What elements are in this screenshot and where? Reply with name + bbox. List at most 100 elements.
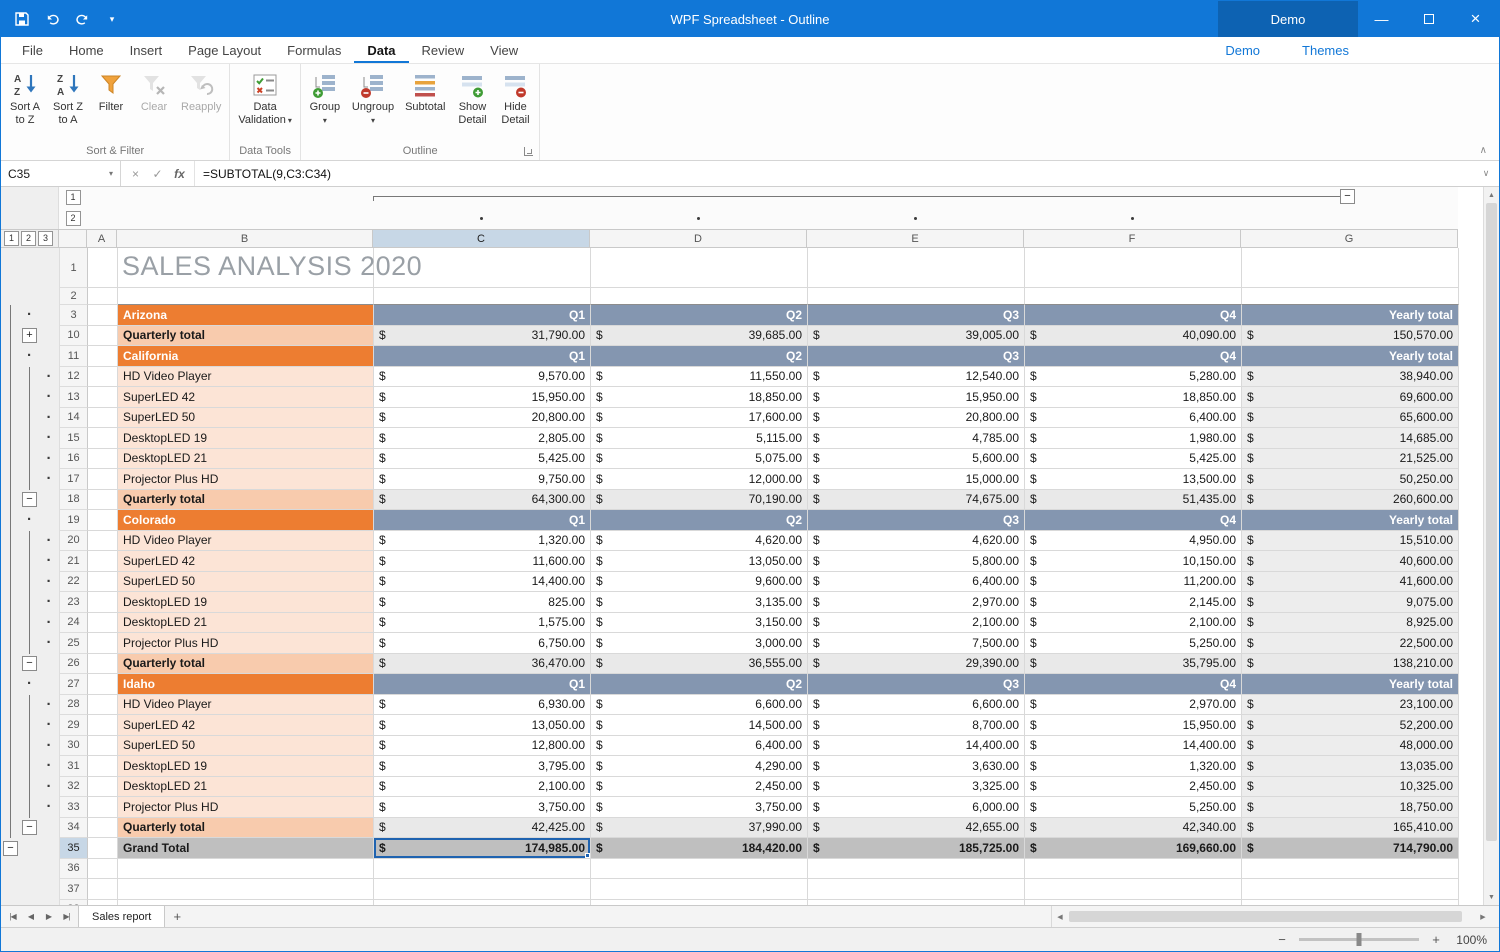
prev-sheet-button[interactable]: ◀ xyxy=(22,912,39,921)
horizontal-scrollbar-track[interactable] xyxy=(1068,910,1475,923)
cell-G32[interactable]: $10,325.00 xyxy=(1242,777,1459,798)
cell-b11[interactable]: California xyxy=(118,346,374,367)
cell-b33[interactable]: Projector Plus HD xyxy=(118,797,374,818)
cell-F16[interactable]: $5,425.00 xyxy=(1025,449,1242,470)
cell-F25[interactable]: $5,250.00 xyxy=(1025,633,1242,654)
cell-a10[interactable] xyxy=(88,326,118,347)
cell-a34[interactable] xyxy=(88,818,118,839)
cell-D25[interactable]: $3,000.00 xyxy=(591,633,808,654)
column-header-f[interactable]: F xyxy=(1024,230,1241,247)
cell-F38[interactable] xyxy=(1025,900,1242,906)
cell-G23[interactable]: $9,075.00 xyxy=(1242,592,1459,613)
cell-F19[interactable]: Q4 xyxy=(1025,510,1242,531)
row-header-21[interactable]: 21 xyxy=(60,551,88,572)
add-sheet-button[interactable]: + xyxy=(165,906,189,927)
cell-b18[interactable]: Quarterly total xyxy=(118,490,374,511)
cell-b12[interactable]: HD Video Player xyxy=(118,367,374,388)
cancel-formula-button[interactable]: × xyxy=(126,167,145,181)
vertical-scrollbar-thumb[interactable] xyxy=(1486,203,1497,841)
sort-a-to-z-button[interactable]: AZ Sort Ato Z xyxy=(4,68,46,128)
cell-b23[interactable]: DesktopLED 19 xyxy=(118,592,374,613)
column-outline-level-2-button[interactable]: 2 xyxy=(66,211,81,226)
cell-G21[interactable]: $40,600.00 xyxy=(1242,551,1459,572)
cell-F13[interactable]: $18,850.00 xyxy=(1025,387,1242,408)
redo-icon[interactable] xyxy=(73,10,91,28)
cell-E34[interactable]: $42,655.00 xyxy=(808,818,1025,839)
cell-F32[interactable]: $2,450.00 xyxy=(1025,777,1242,798)
row-header-10[interactable]: 10 xyxy=(60,326,88,347)
cell-D18[interactable]: $70,190.00 xyxy=(591,490,808,511)
cell-E28[interactable]: $6,600.00 xyxy=(808,695,1025,716)
cell-a31[interactable] xyxy=(88,756,118,777)
cell-E37[interactable] xyxy=(808,879,1025,900)
formula-input[interactable]: =SUBTOTAL(9,C3:C34) xyxy=(195,161,1473,186)
cell-G13[interactable]: $69,600.00 xyxy=(1242,387,1459,408)
scroll-left-icon[interactable]: ◀ xyxy=(1052,913,1068,921)
cell-C22[interactable]: $14,400.00 xyxy=(374,572,591,593)
expand-formula-bar-icon[interactable]: ∨ xyxy=(1473,161,1499,186)
sheet-tab-sales-report[interactable]: Sales report xyxy=(78,906,165,927)
cell-E17[interactable]: $15,000.00 xyxy=(808,469,1025,490)
column-header-g[interactable]: G xyxy=(1241,230,1458,247)
cell-F22[interactable]: $11,200.00 xyxy=(1025,572,1242,593)
cell-C12[interactable]: $9,570.00 xyxy=(374,367,591,388)
row-header-34[interactable]: 34 xyxy=(60,818,88,839)
cell-C28[interactable]: $6,930.00 xyxy=(374,695,591,716)
next-sheet-button[interactable]: ▶ xyxy=(40,912,57,921)
cell-D35[interactable]: $184,420.00 xyxy=(591,838,808,859)
cell-b17[interactable]: Projector Plus HD xyxy=(118,469,374,490)
row-header-14[interactable]: 14 xyxy=(60,408,88,429)
cell-a19[interactable] xyxy=(88,510,118,531)
row-header-12[interactable]: 12 xyxy=(60,367,88,388)
cell-E36[interactable] xyxy=(808,859,1025,880)
enter-formula-button[interactable]: ✓ xyxy=(148,167,167,181)
cell-a29[interactable] xyxy=(88,715,118,736)
row-header-29[interactable]: 29 xyxy=(60,715,88,736)
cell-F24[interactable]: $2,100.00 xyxy=(1025,613,1242,634)
cell-C36[interactable] xyxy=(374,859,591,880)
row-header-27[interactable]: 27 xyxy=(60,674,88,695)
cell-b37[interactable] xyxy=(118,879,374,900)
cell-C27[interactable]: Q1 xyxy=(374,674,591,695)
tab-formulas[interactable]: Formulas xyxy=(274,39,354,63)
row-header-30[interactable]: 30 xyxy=(60,736,88,757)
cell-E31[interactable]: $3,630.00 xyxy=(808,756,1025,777)
cell-E33[interactable]: $6,000.00 xyxy=(808,797,1025,818)
horizontal-scrollbar-thumb[interactable] xyxy=(1069,911,1462,922)
cell-C21[interactable]: $11,600.00 xyxy=(374,551,591,572)
cell-a26[interactable] xyxy=(88,654,118,675)
cell-b20[interactable]: HD Video Player xyxy=(118,531,374,552)
cell-b29[interactable]: SuperLED 42 xyxy=(118,715,374,736)
cell-D10[interactable]: $39,685.00 xyxy=(591,326,808,347)
cell-b1[interactable]: SALES ANALYSIS 2020 xyxy=(118,248,374,288)
ungroup-button[interactable]: Ungroup▾ xyxy=(347,68,399,128)
cell-a35[interactable] xyxy=(88,838,118,859)
row-group-expand-button[interactable]: + xyxy=(22,328,37,343)
scroll-right-icon[interactable]: ▶ xyxy=(1475,913,1491,921)
cell-a37[interactable] xyxy=(88,879,118,900)
cell-C20[interactable]: $1,320.00 xyxy=(374,531,591,552)
cell-D31[interactable]: $4,290.00 xyxy=(591,756,808,777)
cell-C30[interactable]: $12,800.00 xyxy=(374,736,591,757)
row-header-16[interactable]: 16 xyxy=(60,449,88,470)
chevron-down-icon[interactable]: ▾ xyxy=(109,169,113,178)
cell-b21[interactable]: SuperLED 42 xyxy=(118,551,374,572)
reapply-filter-button[interactable]: Reapply xyxy=(176,68,226,128)
cell-F34[interactable]: $42,340.00 xyxy=(1025,818,1242,839)
cell-G1[interactable] xyxy=(1242,248,1459,288)
zoom-out-button[interactable]: − xyxy=(1275,932,1289,947)
column-header-b[interactable]: B xyxy=(117,230,373,247)
cell-G17[interactable]: $50,250.00 xyxy=(1242,469,1459,490)
cell-F2[interactable] xyxy=(1025,288,1242,305)
cell-D27[interactable]: Q2 xyxy=(591,674,808,695)
cell-E16[interactable]: $5,600.00 xyxy=(808,449,1025,470)
group-button[interactable]: Group▾ xyxy=(304,68,346,128)
cell-D23[interactable]: $3,135.00 xyxy=(591,592,808,613)
column-outline-level-1-button[interactable]: 1 xyxy=(66,190,81,205)
cell-b2[interactable] xyxy=(118,288,374,305)
cell-E32[interactable]: $3,325.00 xyxy=(808,777,1025,798)
cell-D21[interactable]: $13,050.00 xyxy=(591,551,808,572)
cell-D34[interactable]: $37,990.00 xyxy=(591,818,808,839)
cell-F21[interactable]: $10,150.00 xyxy=(1025,551,1242,572)
cell-E27[interactable]: Q3 xyxy=(808,674,1025,695)
